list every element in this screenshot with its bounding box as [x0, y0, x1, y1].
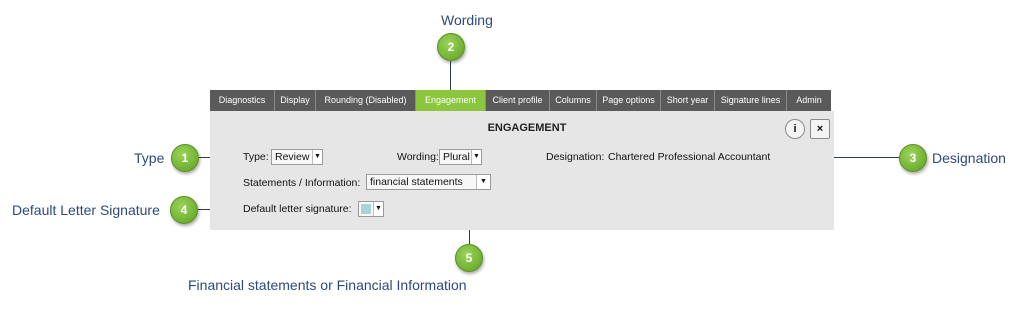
panel-title: ENGAGEMENT [487, 122, 567, 134]
tab-short-year[interactable]: Short year [661, 90, 715, 111]
tab-display[interactable]: Display [275, 90, 316, 111]
engagement-panel: ENGAGEMENT i × Type: Review ▼ Wording: P… [210, 111, 834, 230]
tab-bar: Diagnostics Display Rounding (Disabled) … [210, 90, 834, 111]
type-label: Type: [243, 151, 269, 163]
type-select[interactable]: Review ▼ [271, 149, 323, 165]
tab-rounding[interactable]: Rounding (Disabled) [316, 90, 416, 111]
callout-wording-text: Wording [441, 12, 493, 28]
chevron-down-icon: ▼ [476, 175, 490, 189]
tab-client-profile[interactable]: Client profile [486, 90, 550, 111]
tab-signature-lines[interactable]: Signature lines [715, 90, 787, 111]
signature-select[interactable]: ▼ [358, 201, 384, 217]
tab-admin[interactable]: Admin [787, 90, 831, 111]
callout-badge-4: 4 [170, 196, 198, 224]
statements-select[interactable]: financial statements ▼ [366, 174, 491, 190]
designation-value[interactable]: Chartered Professional Accountant [608, 151, 770, 163]
callout-badge-2: 2 [437, 33, 465, 61]
statements-label: Statements / Information: [243, 177, 361, 189]
info-icon[interactable]: i [785, 119, 805, 139]
tab-engagement[interactable]: Engagement [416, 90, 486, 111]
callout-badge-5: 5 [455, 244, 483, 272]
tab-columns[interactable]: Columns [550, 90, 597, 111]
signature-swatch [361, 204, 371, 214]
callout-financial-text: Financial statements or Financial Inform… [188, 277, 467, 293]
close-icon[interactable]: × [810, 119, 830, 139]
designation-label: Designation: [546, 151, 605, 163]
tab-diagnostics[interactable]: Diagnostics [210, 90, 275, 111]
callout-badge-1: 1 [171, 144, 199, 172]
callout-designation-text: Designation [932, 150, 1006, 166]
wording-label: Wording: [397, 151, 439, 163]
callout-default-signature-text: Default Letter Signature [12, 202, 160, 218]
type-select-value: Review [275, 151, 310, 163]
tab-page-options[interactable]: Page options [597, 90, 661, 111]
chevron-down-icon: ▼ [373, 202, 383, 216]
wording-select[interactable]: Plural ▼ [439, 149, 482, 165]
callout-badge-3: 3 [899, 144, 927, 172]
signature-label: Default letter signature: [243, 203, 352, 215]
chevron-down-icon: ▼ [312, 150, 322, 164]
wording-select-value: Plural [443, 151, 470, 163]
chevron-down-icon: ▼ [471, 150, 481, 164]
statements-select-value: financial statements [370, 176, 463, 188]
callout-type-text: Type [134, 150, 165, 166]
